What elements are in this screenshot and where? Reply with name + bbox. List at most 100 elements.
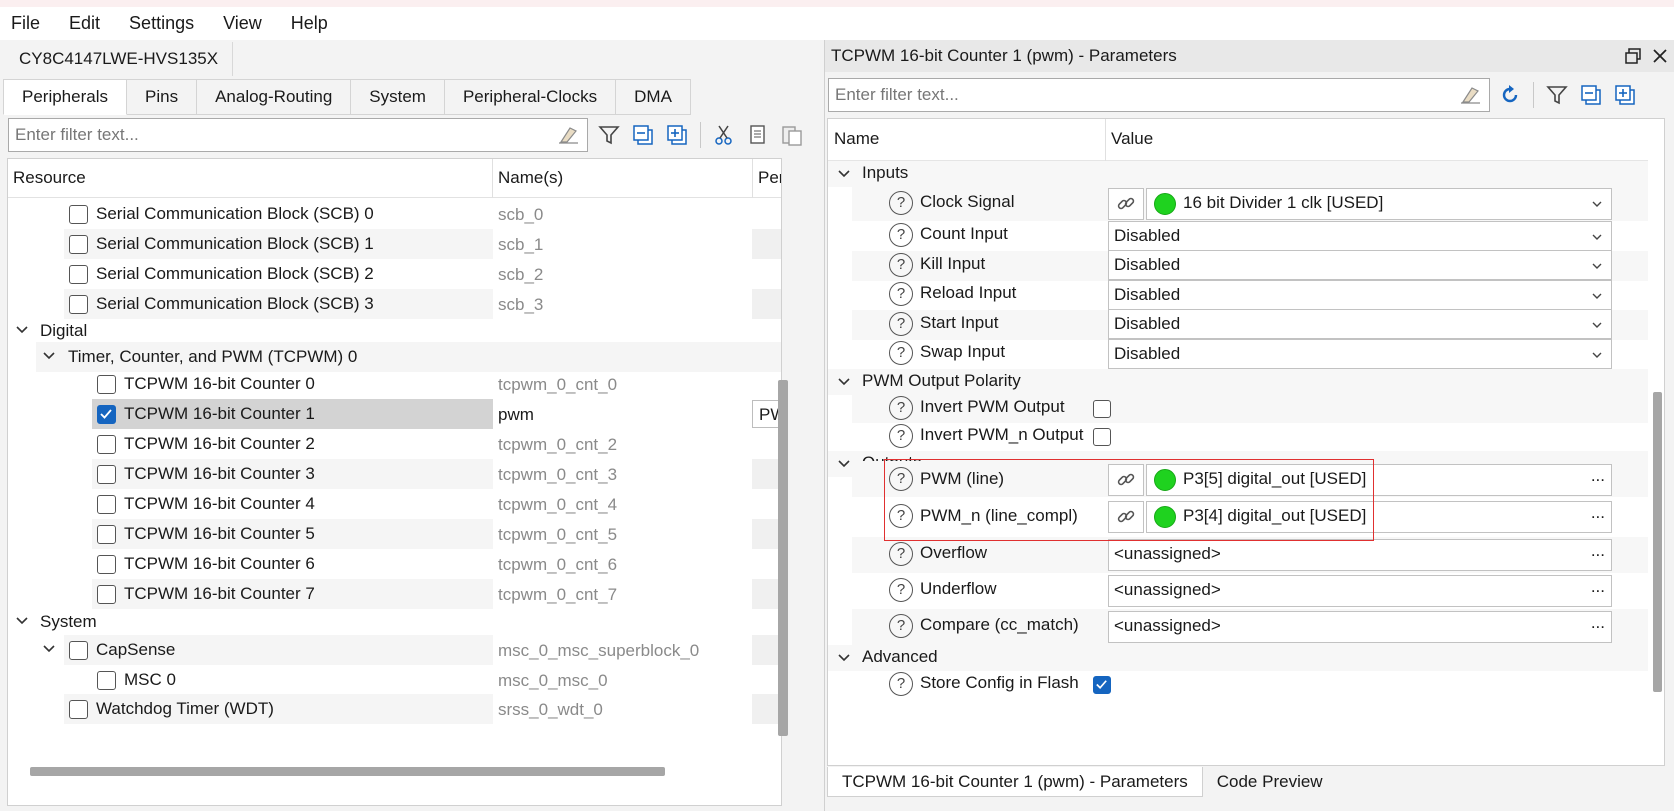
- clock-signal-dropdown[interactable]: 16 bit Divider 1 clk [USED]: [1146, 188, 1612, 220]
- help-icon[interactable]: ?: [889, 542, 913, 566]
- kill-input-dropdown[interactable]: Disabled: [1108, 250, 1612, 280]
- paste-icon[interactable]: [775, 120, 809, 150]
- tree-row[interactable]: Serial Communication Block (SCB) 3 scb_3: [8, 289, 781, 319]
- tree-row[interactable]: TCPWM 16-bit Counter 7 tcpwm_0_cnt_7: [8, 579, 781, 609]
- help-icon[interactable]: ?: [889, 672, 913, 696]
- help-icon[interactable]: ?: [889, 312, 913, 336]
- horizontal-scrollbar[interactable]: [30, 767, 665, 776]
- enable-checkbox[interactable]: [97, 435, 116, 454]
- help-icon[interactable]: ?: [889, 253, 913, 277]
- chevron-down-icon[interactable]: [836, 650, 852, 666]
- browse-button[interactable]: ...: [1591, 466, 1605, 486]
- tree-row[interactable]: TCPWM 16-bit Counter 2 tcpwm_0_cnt_2: [8, 429, 781, 459]
- expand-all-icon[interactable]: [660, 120, 694, 150]
- menu-edit[interactable]: Edit: [69, 13, 100, 34]
- vertical-scrollbar[interactable]: [778, 380, 788, 736]
- enable-checkbox[interactable]: [69, 265, 88, 284]
- collapse-all-icon[interactable]: [1574, 80, 1608, 110]
- browse-button[interactable]: ...: [1591, 541, 1605, 561]
- cut-icon[interactable]: [707, 120, 741, 150]
- tree-row-capsense[interactable]: CapSense msc_0_msc_superblock_0: [8, 635, 781, 665]
- enable-checkbox[interactable]: [69, 205, 88, 224]
- enable-checkbox[interactable]: [69, 235, 88, 254]
- tab-dma[interactable]: DMA: [616, 79, 691, 115]
- tree-row[interactable]: TCPWM 16-bit Counter 3 tcpwm_0_cnt_3: [8, 459, 781, 489]
- enable-checkbox[interactable]: [97, 495, 116, 514]
- chevron-down-icon[interactable]: [41, 348, 57, 364]
- tree-row[interactable]: Serial Communication Block (SCB) 1 scb_1: [8, 229, 781, 259]
- chevron-down-icon[interactable]: [836, 456, 852, 472]
- device-tab[interactable]: CY8C4147LWE-HVS135X: [5, 42, 234, 76]
- tab-code-preview[interactable]: Code Preview: [1203, 767, 1337, 797]
- filter-icon[interactable]: [592, 120, 626, 150]
- help-icon[interactable]: ?: [889, 191, 913, 215]
- enable-checkbox[interactable]: [97, 375, 116, 394]
- reset-icon[interactable]: [1493, 80, 1527, 110]
- enable-checkbox[interactable]: [97, 525, 116, 544]
- overflow-selector[interactable]: <unassigned> ...: [1108, 539, 1612, 571]
- restore-window-icon[interactable]: [1624, 47, 1642, 65]
- expand-all-icon[interactable]: [1608, 80, 1642, 110]
- invert-pwm-checkbox[interactable]: [1093, 400, 1111, 418]
- count-input-dropdown[interactable]: Disabled: [1108, 221, 1612, 251]
- browse-button[interactable]: ...: [1591, 613, 1605, 633]
- tab-pins[interactable]: Pins: [127, 79, 198, 115]
- chevron-down-icon[interactable]: [14, 613, 30, 629]
- browse-button[interactable]: ...: [1591, 503, 1605, 523]
- parameter-filter-input[interactable]: [835, 85, 1459, 105]
- tab-system[interactable]: System: [351, 79, 445, 115]
- tree-row[interactable]: TCPWM 16-bit Counter 4 tcpwm_0_cnt_4: [8, 489, 781, 519]
- column-value[interactable]: Value: [1111, 129, 1153, 149]
- tree-row[interactable]: TCPWM 16-bit Counter 0 tcpwm_0_cnt_0: [8, 369, 781, 399]
- enable-checkbox[interactable]: [69, 641, 88, 660]
- vertical-scrollbar[interactable]: [1653, 392, 1662, 692]
- help-icon[interactable]: ?: [889, 341, 913, 365]
- section-pwm-output-polarity[interactable]: PWM Output Polarity: [828, 369, 1648, 395]
- filter-icon[interactable]: [1540, 80, 1574, 110]
- enable-checkbox[interactable]: [97, 465, 116, 484]
- copy-icon[interactable]: [741, 120, 775, 150]
- enable-checkbox-checked[interactable]: [97, 405, 116, 424]
- column-names[interactable]: Name(s): [498, 168, 563, 188]
- tab-parameters[interactable]: TCPWM 16-bit Counter 1 (pwm) - Parameter…: [827, 767, 1203, 797]
- invert-pwm-n-checkbox[interactable]: [1093, 428, 1111, 446]
- tree-row-tcpwm[interactable]: Timer, Counter, and PWM (TCPWM) 0: [8, 342, 781, 372]
- chevron-down-icon[interactable]: [836, 374, 852, 390]
- enable-checkbox[interactable]: [97, 585, 116, 604]
- column-name[interactable]: Name: [834, 129, 879, 149]
- help-icon[interactable]: ?: [889, 282, 913, 306]
- help-icon[interactable]: ?: [889, 614, 913, 638]
- enable-checkbox[interactable]: [69, 700, 88, 719]
- help-icon[interactable]: ?: [889, 424, 913, 448]
- reload-input-dropdown[interactable]: Disabled: [1108, 280, 1612, 310]
- enable-checkbox[interactable]: [97, 555, 116, 574]
- compare-selector[interactable]: <unassigned> ...: [1108, 611, 1612, 643]
- tab-analog-routing[interactable]: Analog-Routing: [197, 79, 352, 115]
- tree-row-system[interactable]: System: [8, 607, 781, 637]
- help-icon[interactable]: ?: [889, 396, 913, 420]
- tree-row[interactable]: Serial Communication Block (SCB) 0 scb_0: [8, 199, 781, 229]
- menu-file[interactable]: File: [11, 13, 40, 34]
- tree-row[interactable]: TCPWM 16-bit Counter 5 tcpwm_0_cnt_5: [8, 519, 781, 549]
- enable-checkbox[interactable]: [97, 671, 116, 690]
- store-config-checkbox[interactable]: [1093, 676, 1111, 694]
- section-advanced[interactable]: Advanced: [828, 645, 1648, 671]
- close-icon[interactable]: [1651, 47, 1669, 65]
- resource-filter-input[interactable]: [15, 125, 557, 145]
- clear-filter-icon[interactable]: [1459, 86, 1481, 104]
- menu-view[interactable]: View: [223, 13, 262, 34]
- column-resource[interactable]: Resource: [13, 168, 86, 188]
- tab-peripherals[interactable]: Peripherals: [3, 79, 127, 115]
- menu-settings[interactable]: Settings: [129, 13, 194, 34]
- column-divider[interactable]: [752, 159, 753, 198]
- menu-help[interactable]: Help: [291, 13, 328, 34]
- link-icon[interactable]: [1108, 188, 1144, 220]
- help-icon[interactable]: ?: [889, 223, 913, 247]
- browse-button[interactable]: ...: [1591, 577, 1605, 597]
- tree-row[interactable]: TCPWM 16-bit Counter 6 tcpwm_0_cnt_6: [8, 549, 781, 579]
- tab-peripheral-clocks[interactable]: Peripheral-Clocks: [444, 79, 617, 115]
- column-divider[interactable]: [1105, 119, 1106, 161]
- help-icon[interactable]: ?: [889, 578, 913, 602]
- section-inputs[interactable]: Inputs: [828, 161, 1648, 187]
- start-input-dropdown[interactable]: Disabled: [1108, 309, 1612, 339]
